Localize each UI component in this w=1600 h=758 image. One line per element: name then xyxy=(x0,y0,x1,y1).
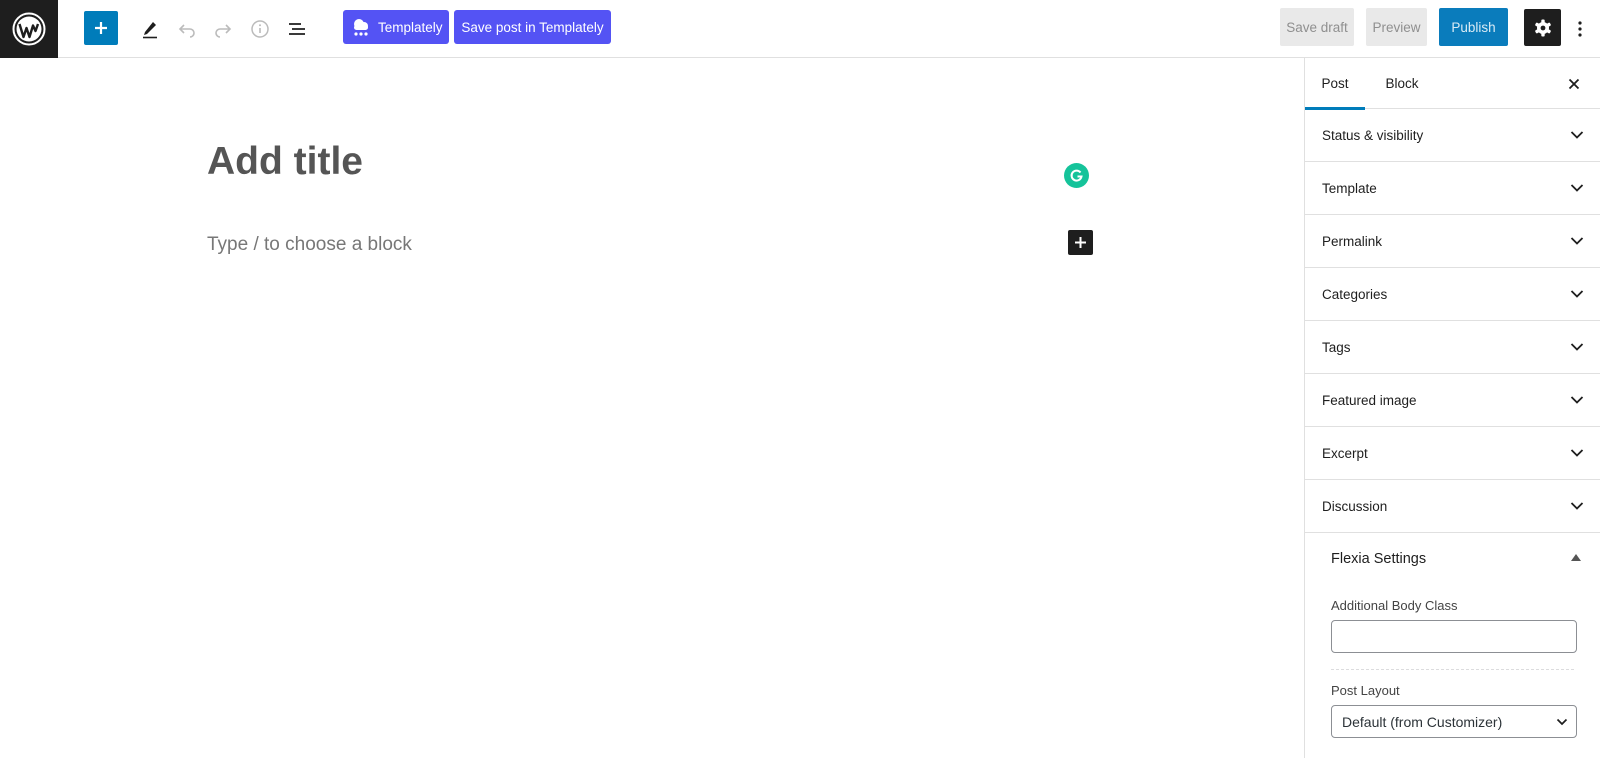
flexia-settings-toggle[interactable]: Flexia Settings xyxy=(1305,533,1600,585)
save-draft-button[interactable]: Save draft xyxy=(1280,8,1354,46)
plus-icon xyxy=(95,22,107,34)
save-in-templately-button[interactable]: Save post in Templately xyxy=(454,10,611,44)
close-sidebar-button[interactable] xyxy=(1562,72,1586,96)
list-view-icon xyxy=(289,23,305,35)
panel-tags[interactable]: Tags xyxy=(1305,321,1600,374)
paragraph-block-placeholder[interactable]: Type / to choose a block xyxy=(207,234,412,256)
panel-template[interactable]: Template xyxy=(1305,162,1600,215)
undo-icon xyxy=(178,24,195,38)
publish-button[interactable]: Publish xyxy=(1439,8,1508,46)
plus-icon xyxy=(1075,237,1086,248)
more-vertical-icon xyxy=(1578,21,1582,37)
panel-title: Featured image xyxy=(1322,392,1417,408)
chevron-down-icon xyxy=(1570,184,1584,193)
gear-icon xyxy=(1534,19,1551,36)
preview-button[interactable]: Preview xyxy=(1366,8,1427,46)
panel-title: Excerpt xyxy=(1322,445,1368,461)
close-icon xyxy=(1568,78,1580,90)
chevron-down-icon xyxy=(1570,237,1584,246)
add-block-button[interactable] xyxy=(1068,230,1093,255)
chevron-down-icon xyxy=(1570,343,1584,352)
chevron-down-icon xyxy=(1570,449,1584,458)
undo-button[interactable] xyxy=(171,13,203,45)
pencil-icon xyxy=(143,22,157,39)
panel-title: Status & visibility xyxy=(1322,127,1424,143)
post-layout-label: Post Layout xyxy=(1331,683,1400,698)
field-divider xyxy=(1331,669,1574,670)
tab-post[interactable]: Post xyxy=(1305,58,1365,110)
chevron-down-icon xyxy=(1570,396,1584,405)
sidebar-tabs: Post Block xyxy=(1305,58,1600,110)
settings-button[interactable] xyxy=(1524,9,1561,46)
post-title-input[interactable]: Add title xyxy=(207,140,363,184)
options-button[interactable] xyxy=(1568,13,1592,45)
panel-title: Discussion xyxy=(1322,498,1388,514)
panel-title: Permalink xyxy=(1322,233,1383,249)
redo-icon xyxy=(215,24,232,38)
panel-excerpt[interactable]: Excerpt xyxy=(1305,427,1600,480)
post-layout-value: Default (from Customizer) xyxy=(1342,713,1503,730)
panel-flexia-settings: Flexia Settings Additional Body Class Po… xyxy=(1305,533,1600,738)
grammarly-icon[interactable] xyxy=(1064,163,1089,188)
triangle-up-icon xyxy=(1571,554,1581,561)
templately-cloud-icon xyxy=(350,17,372,37)
panel-permalink[interactable]: Permalink xyxy=(1305,215,1600,268)
panel-title: Tags xyxy=(1322,339,1351,355)
list-view-button[interactable] xyxy=(281,13,313,45)
editor-canvas: Add title Type / to choose a block xyxy=(0,58,1304,758)
redo-button[interactable] xyxy=(207,13,239,45)
wordpress-logo-icon[interactable] xyxy=(0,0,58,58)
post-layout-select[interactable]: Default (from Customizer) xyxy=(1331,705,1577,738)
panel-featured-image[interactable]: Featured image xyxy=(1305,374,1600,427)
panel-title: Categories xyxy=(1322,286,1388,302)
templately-button-label: Templately xyxy=(378,19,443,35)
panel-discussion[interactable]: Discussion xyxy=(1305,480,1600,533)
editor-header: Templately Save post in Templately Save … xyxy=(0,0,1600,58)
details-button[interactable] xyxy=(244,13,276,45)
flexia-settings-title: Flexia Settings xyxy=(1331,551,1427,567)
chevron-down-icon xyxy=(1570,131,1584,140)
edit-tool-button[interactable] xyxy=(134,13,166,45)
chevron-down-icon xyxy=(1570,290,1584,299)
info-icon xyxy=(251,20,269,38)
tab-block[interactable]: Block xyxy=(1375,58,1429,109)
chevron-down-icon xyxy=(1556,718,1568,726)
chevron-down-icon xyxy=(1570,502,1584,511)
block-inserter-button[interactable] xyxy=(84,11,118,45)
panel-categories[interactable]: Categories xyxy=(1305,268,1600,321)
additional-body-class-input[interactable] xyxy=(1331,620,1577,653)
additional-body-class-label: Additional Body Class xyxy=(1331,598,1458,613)
panel-title: Template xyxy=(1322,180,1377,196)
templately-button[interactable]: Templately xyxy=(343,10,449,44)
panel-status-visibility[interactable]: Status & visibility xyxy=(1305,109,1600,162)
settings-sidebar: Post Block Status & visibility Template … xyxy=(1304,58,1600,758)
